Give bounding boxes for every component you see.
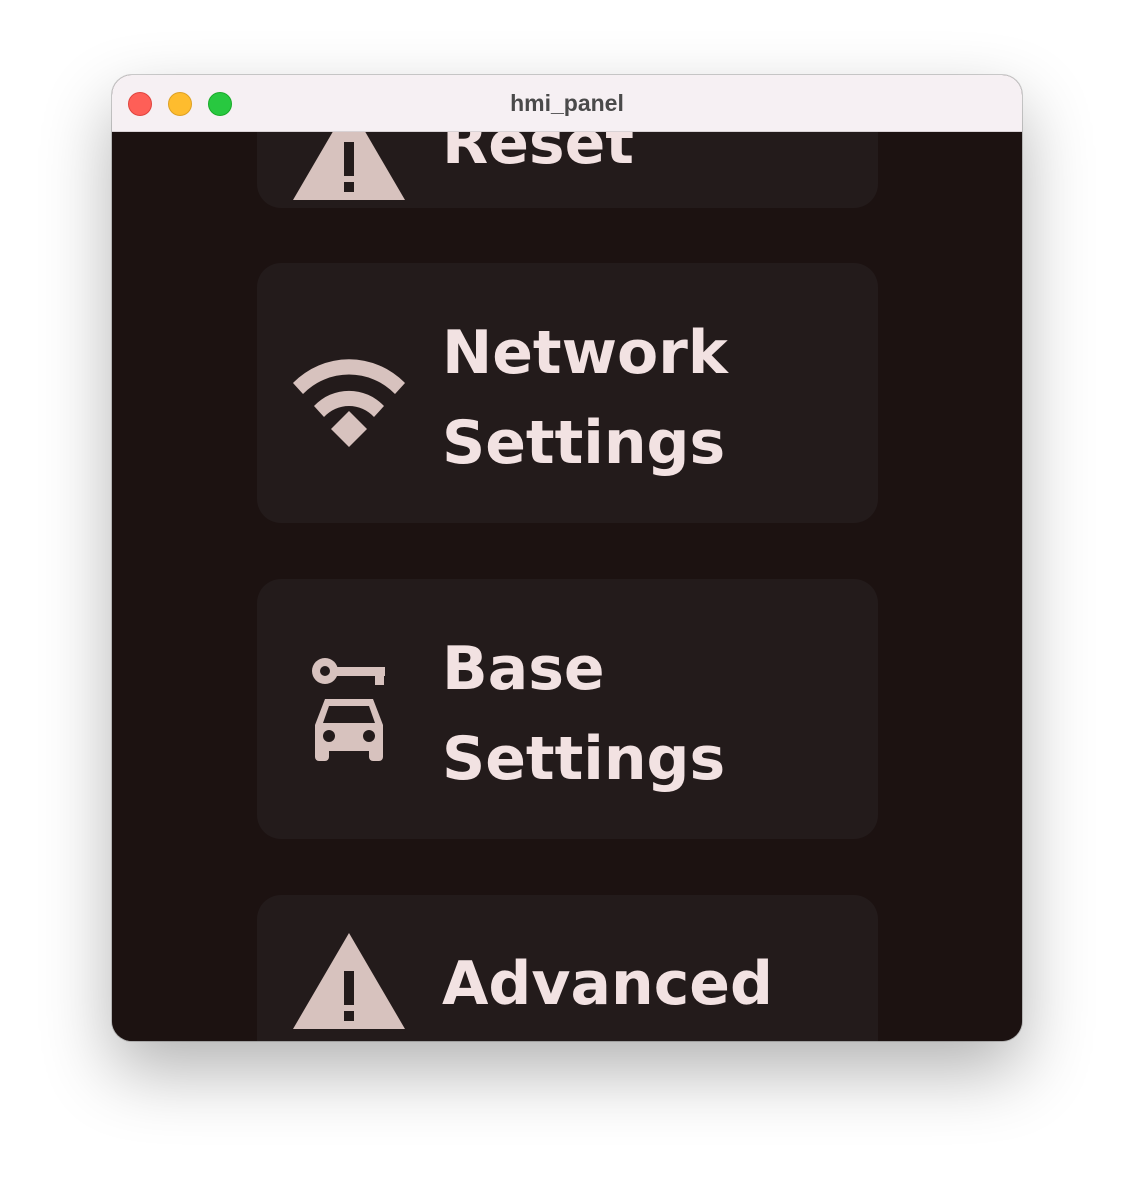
label-line-1: Network [442,318,728,388]
title-bar: hmi_panel [112,75,1022,132]
label-line-1: Advanced [442,949,773,1019]
car-key-icon [312,658,385,761]
menu-item-advanced[interactable]: Advanced [257,895,878,1041]
label-line-2: Settings [442,724,726,794]
menu-item-label: Reset [442,132,634,188]
menu-item-label: Network Settings [442,308,728,488]
menu-item-reset[interactable]: Reset [257,132,878,208]
window-title: hmi_panel [510,90,624,116]
warning-icon [293,933,405,1029]
wifi-icon [293,359,405,447]
label-line-2: Settings [442,408,726,478]
menu-item-base-settings[interactable]: Base Settings [257,579,878,839]
warning-icon [293,132,405,200]
menu-list[interactable]: Reset Network Settings Base Settings Adv… [112,132,1022,1041]
label-line-1: Base [442,634,605,704]
menu-item-label: Base Settings [442,624,725,804]
app-window: hmi_panel Reset Network Settings Base Se… [112,75,1022,1041]
label-line-1: Reset [442,132,634,178]
menu-item-label: Advanced [442,939,773,1029]
menu-item-network-settings[interactable]: Network Settings [257,263,878,523]
